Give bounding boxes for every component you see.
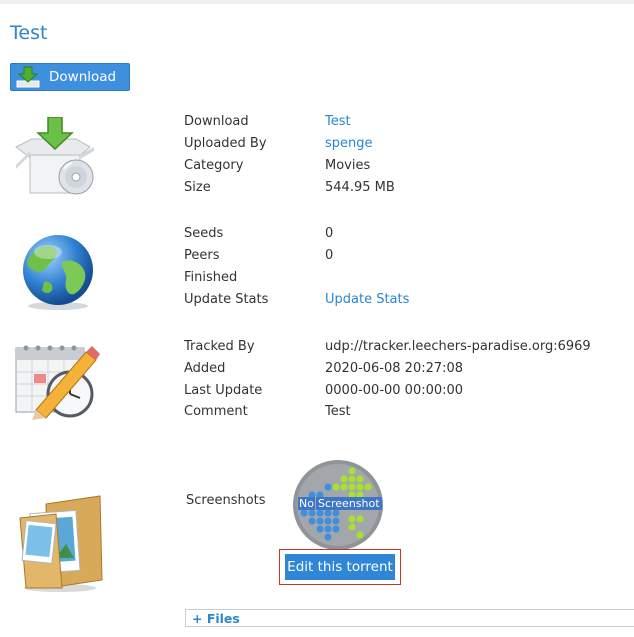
picture-folder-icon bbox=[16, 492, 106, 596]
detail-label-size: Size bbox=[184, 180, 211, 195]
stat-label-update-stats: Update Stats bbox=[184, 292, 269, 307]
page-title: Test bbox=[10, 22, 48, 44]
tracking-value-tracked-by: udp://tracker.leechers-paradise.org:6969 bbox=[325, 339, 591, 354]
top-divider bbox=[0, 0, 634, 4]
calendar-clock-icon bbox=[14, 340, 104, 424]
stat-label-seeds: Seeds bbox=[184, 226, 224, 241]
tracking-value-added: 2020-06-08 20:27:08 bbox=[325, 361, 464, 376]
tracking-label-tracked-by: Tracked By bbox=[184, 339, 255, 354]
detail-label-uploaded-by: Uploaded By bbox=[184, 136, 267, 151]
detail-value-download-link[interactable]: Test bbox=[325, 114, 351, 129]
download-button[interactable]: Download bbox=[10, 63, 130, 91]
files-toggle[interactable]: + Files bbox=[192, 611, 240, 626]
tracking-label-last-update: Last Update bbox=[184, 383, 263, 398]
edit-torrent-button[interactable]: Edit this torrent bbox=[285, 554, 395, 580]
stat-label-peers: Peers bbox=[184, 248, 220, 263]
tracking-label-added: Added bbox=[184, 361, 226, 376]
stat-value-seeds: 0 bbox=[325, 226, 334, 241]
download-button-label: Download bbox=[49, 69, 117, 85]
stat-value-peers: 0 bbox=[325, 248, 334, 263]
no-screenshot-text: No Screenshot bbox=[298, 497, 382, 510]
stat-label-finished: Finished bbox=[184, 270, 238, 285]
download-arrow-icon bbox=[16, 66, 40, 92]
no-screenshot-text-screenshot: Screenshot bbox=[315, 497, 382, 510]
download-package-icon bbox=[14, 116, 100, 201]
files-panel-header[interactable]: + Files bbox=[185, 609, 634, 627]
tracking-label-comment: Comment bbox=[184, 404, 248, 419]
screenshots-label: Screenshots bbox=[186, 493, 266, 508]
detail-label-download: Download bbox=[184, 114, 249, 129]
detail-value-size: 544.95 MB bbox=[325, 180, 395, 195]
globe-icon bbox=[18, 232, 98, 316]
tracking-value-last-update: 0000-00-00 00:00:00 bbox=[325, 383, 464, 398]
detail-label-category: Category bbox=[184, 158, 244, 173]
detail-value-category: Movies bbox=[325, 158, 371, 173]
update-stats-link[interactable]: Update Stats bbox=[325, 292, 409, 307]
tracking-value-comment: Test bbox=[325, 404, 351, 419]
no-screenshot-text-no: No bbox=[298, 497, 315, 510]
uploader-link[interactable]: spenge bbox=[325, 136, 373, 151]
